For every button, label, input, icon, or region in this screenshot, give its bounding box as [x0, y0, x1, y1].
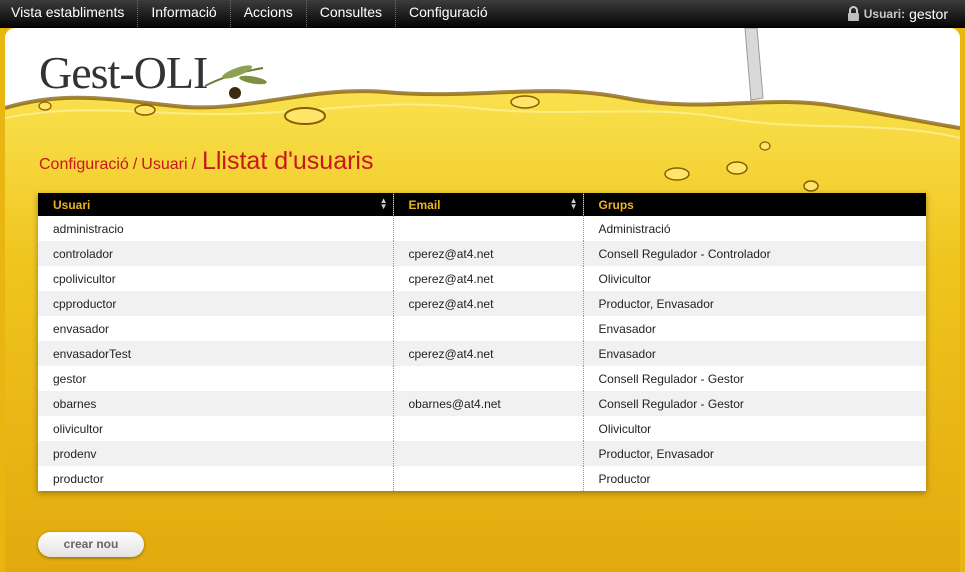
cell-email: cperez@at4.net [392, 266, 583, 291]
breadcrumb-configuracio[interactable]: Configuració [39, 156, 129, 174]
cell-usuari: cpproductor [53, 296, 117, 311]
table-row[interactable]: cpproductor cperez@at4.net Productor, En… [38, 291, 926, 316]
users-table: Usuari ▲▼ Email ▲▼ Grups administracio [38, 193, 926, 491]
menu-vista-establiments[interactable]: Vista establiments [0, 0, 139, 27]
table-row[interactable]: administracio Administració [38, 216, 926, 241]
padlock-icon [847, 5, 859, 21]
cell-usuari: olivicultor [53, 421, 104, 436]
table-row[interactable]: gestor Consell Regulador - Gestor [38, 366, 926, 391]
cell-usuari: productor [53, 471, 104, 486]
gest-oli-logo: Gest-OLI [39, 47, 208, 98]
table-row[interactable]: envasadorTest cperez@at4.net Envasador [38, 341, 926, 366]
column-header-grups: Grups [582, 193, 926, 216]
column-header-label: Email [408, 197, 441, 212]
menu-informacio[interactable]: Informació [138, 0, 231, 27]
cell-usuari: gestor [53, 371, 87, 386]
user-indicator: Usuari: gestor [847, 0, 948, 27]
cell-grups: Administració [582, 216, 926, 241]
page-title: Llistat d'usuaris [201, 147, 374, 175]
cell-usuari: envasadorTest [53, 346, 132, 361]
cell-usuari: cpolivicultor [53, 271, 116, 286]
main-menu: Vista establiments Informació Accions Co… [0, 0, 501, 27]
table-header-row: Usuari ▲ ▼ Email ▲ ▼ Grups [38, 193, 926, 216]
cell-grups: Productor, Envasador [582, 291, 926, 316]
table-row[interactable]: cpolivicultor cperez@at4.net Olivicultor [38, 266, 926, 291]
cell-grups: Olivicultor [582, 266, 926, 291]
menu-configuracio[interactable]: Configuració [396, 0, 501, 27]
cell-email: obarnes@at4.net [392, 391, 583, 416]
users-table-container: Usuari ▲▼ Email ▲▼ Grups administracio [38, 193, 926, 491]
breadcrumb: Configuració / Usuari / Llistat d'usuari… [39, 147, 374, 176]
table-row[interactable]: obarnes obarnes@at4.net Consell Regulado… [38, 391, 926, 416]
breadcrumb-separator: / [191, 156, 196, 173]
column-header-usuari[interactable]: Usuari ▲ ▼ [38, 193, 393, 216]
cell-email: cperez@at4.net [392, 341, 583, 366]
table-row[interactable]: controlador cperez@at4.net Consell Regul… [38, 241, 926, 266]
cell-email [392, 441, 583, 466]
cell-usuari: controlador [53, 246, 114, 261]
cell-email [392, 366, 583, 391]
cell-grups: Consell Regulador - Gestor [582, 366, 926, 391]
sort-icon[interactable]: ▲ ▼ [380, 197, 388, 211]
page-container: Gest-OLI Configuració / Usuari / Llistat… [5, 28, 960, 572]
column-header-label: Grups [598, 197, 634, 212]
table-row[interactable]: prodenv Productor, Envasador [38, 441, 926, 466]
cell-grups: Envasador [582, 316, 926, 341]
cell-grups: Consell Regulador - Controlador [582, 241, 926, 266]
cell-grups: Productor [582, 466, 926, 491]
cell-grups: Envasador [582, 341, 926, 366]
cell-email: cperez@at4.net [392, 241, 583, 266]
top-navigation-bar: Vista establiments Informació Accions Co… [0, 0, 965, 28]
cell-usuari: obarnes [53, 396, 97, 411]
cell-usuari: envasador [53, 321, 110, 336]
cell-email [392, 316, 583, 341]
table-row[interactable]: productor Productor [38, 466, 926, 491]
cell-email [392, 216, 583, 241]
breadcrumb-separator: / [132, 156, 138, 173]
cell-usuari: administracio [53, 221, 124, 236]
table-row[interactable]: envasador Envasador [38, 316, 926, 341]
user-name: gestor [909, 5, 948, 22]
column-header-label: Usuari [53, 197, 91, 212]
column-header-email[interactable]: Email ▲ ▼ [392, 193, 583, 216]
cell-email [392, 416, 583, 441]
user-label: Usuari: [863, 6, 906, 21]
table-row[interactable]: olivicultor Olivicultor [38, 416, 926, 441]
cell-grups: Productor, Envasador [582, 441, 926, 466]
cell-grups: Olivicultor [582, 416, 926, 441]
cell-email [392, 466, 583, 491]
menu-accions[interactable]: Accions [231, 0, 307, 27]
cell-grups: Consell Regulador - Gestor [582, 391, 926, 416]
create-new-button[interactable]: crear nou [38, 532, 144, 557]
breadcrumb-usuari[interactable]: Usuari [141, 156, 187, 174]
cell-usuari: prodenv [53, 446, 97, 461]
menu-consultes[interactable]: Consultes [307, 0, 397, 27]
cell-email: cperez@at4.net [392, 291, 583, 316]
sort-icon[interactable]: ▲ ▼ [570, 197, 578, 211]
